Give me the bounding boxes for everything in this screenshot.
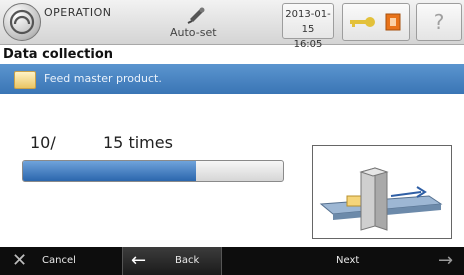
help-icon: ? <box>433 10 445 34</box>
conveyor-illustration <box>319 167 443 231</box>
status-indicator[interactable] <box>342 3 410 41</box>
screen: OPERATION Auto-set 2013-01-15 16:05 ? Da… <box>0 0 464 275</box>
mode-label: OPERATION <box>44 6 112 19</box>
back-label: Back <box>175 255 200 266</box>
count-current: 10/ <box>30 133 56 152</box>
home-button[interactable] <box>3 3 41 41</box>
home-icon <box>9 9 35 35</box>
instruction-text: Feed master product. <box>44 72 162 85</box>
arrow-left-icon: ← <box>131 250 147 271</box>
date-time-display: 2013-01-15 16:05 <box>282 3 334 50</box>
arrow-right-icon: → <box>438 250 454 271</box>
key-icon <box>350 17 375 27</box>
autoset-label: Auto-set <box>170 26 217 39</box>
bottom-bar: ✕ Cancel ← Back Next → <box>0 247 464 275</box>
cancel-label: Cancel <box>42 255 76 266</box>
status-icon <box>385 13 401 31</box>
progress-fill <box>23 161 197 181</box>
close-icon: ✕ <box>12 250 28 271</box>
next-button[interactable]: Next → <box>242 247 464 275</box>
progress-bar <box>22 160 284 182</box>
count-total: 15 times <box>103 133 173 152</box>
cancel-button[interactable]: ✕ Cancel <box>0 247 118 275</box>
time-text: 16:05 <box>293 39 323 50</box>
next-label: Next <box>336 255 360 266</box>
date-text: 2013-01-15 <box>285 9 331 35</box>
autoset-icon[interactable] <box>186 5 208 25</box>
page-title: Data collection <box>3 47 114 62</box>
feed-illustration <box>312 145 452 239</box>
back-button[interactable]: ← Back <box>122 247 222 275</box>
product-icon <box>14 71 36 89</box>
help-button[interactable]: ? <box>416 3 462 41</box>
instruction-banner: Feed master product. <box>0 64 464 94</box>
top-bar: OPERATION Auto-set 2013-01-15 16:05 ? <box>0 0 464 50</box>
